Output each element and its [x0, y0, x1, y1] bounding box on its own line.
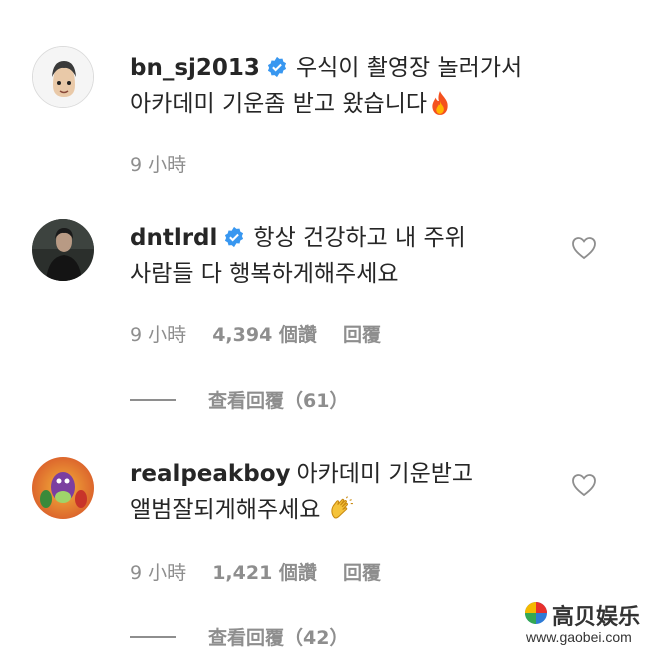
comment-text: realpeakboy 아카데미 기운받고 앨범잘되게해주세요: [130, 456, 530, 528]
caption-text: bn_sj2013 우식이 촬영장 놀러가서 아카데미 기운좀 받고 왔습니다: [130, 50, 530, 122]
view-replies-label: 查看回覆（61）: [208, 390, 349, 412]
avatar-realpeakboy[interactable]: [32, 457, 94, 519]
caption-line-1: 우식이 촬영장 놀러가서: [295, 55, 523, 81]
view-replies-button[interactable]: 查看回覆（61）: [130, 386, 348, 413]
clapping-hands-icon: [331, 496, 353, 519]
divider-line: [130, 636, 176, 638]
comment-meta: 9 小時 1,421 個讚 回覆: [130, 558, 401, 585]
timestamp[interactable]: 9 小時: [130, 562, 186, 584]
caption-line-2: 아카데미 기운좀 받고 왔습니다: [130, 91, 428, 117]
view-replies-label: 查看回覆（42）: [208, 627, 349, 649]
avatar-dntlrdl[interactable]: [32, 219, 94, 281]
timestamp[interactable]: 9 小時: [130, 324, 186, 346]
fire-icon: [432, 91, 448, 115]
comment-line-1: 아카데미 기운받고: [296, 461, 474, 487]
username-link[interactable]: realpeakboy: [130, 461, 290, 487]
divider-line: [130, 399, 176, 401]
caption-meta: 9 小時: [130, 150, 206, 177]
like-heart-icon[interactable]: [571, 473, 597, 497]
timestamp[interactable]: 9 小時: [130, 154, 186, 176]
like-heart-icon[interactable]: [571, 236, 597, 260]
watermark-logo: 高贝娱乐 www.gaobei.com: [520, 595, 645, 655]
like-count[interactable]: 1,421 個讚: [212, 562, 317, 584]
username-link[interactable]: dntlrdl: [130, 225, 217, 251]
watermark-brand: 高贝娱乐: [552, 604, 641, 630]
reply-button[interactable]: 回覆: [343, 562, 381, 584]
comment-line-2: 사람들 다 행복하게해주세요: [130, 261, 399, 287]
view-replies-button[interactable]: 查看回覆（42）: [130, 623, 348, 650]
avatar-bn-sj2013[interactable]: [32, 46, 94, 108]
verified-badge-icon: [225, 226, 244, 248]
comment-line-2: 앨범잘되게해주세요: [130, 497, 321, 523]
comment-line-1: 항상 건강하고 내 주위: [253, 225, 466, 251]
reply-button[interactable]: 回覆: [343, 324, 381, 346]
watermark-url: www.gaobei.com: [526, 629, 632, 645]
verified-badge-icon: [267, 56, 287, 78]
watermark-emblem-icon: [525, 602, 547, 624]
like-count[interactable]: 4,394 個讚: [212, 324, 317, 346]
comment-meta: 9 小時 4,394 個讚 回覆: [130, 320, 401, 347]
comment-text: dntlrdl 항상 건강하고 내 주위 사람들 다 행복하게해주세요: [130, 220, 530, 292]
username-link[interactable]: bn_sj2013: [130, 55, 260, 81]
